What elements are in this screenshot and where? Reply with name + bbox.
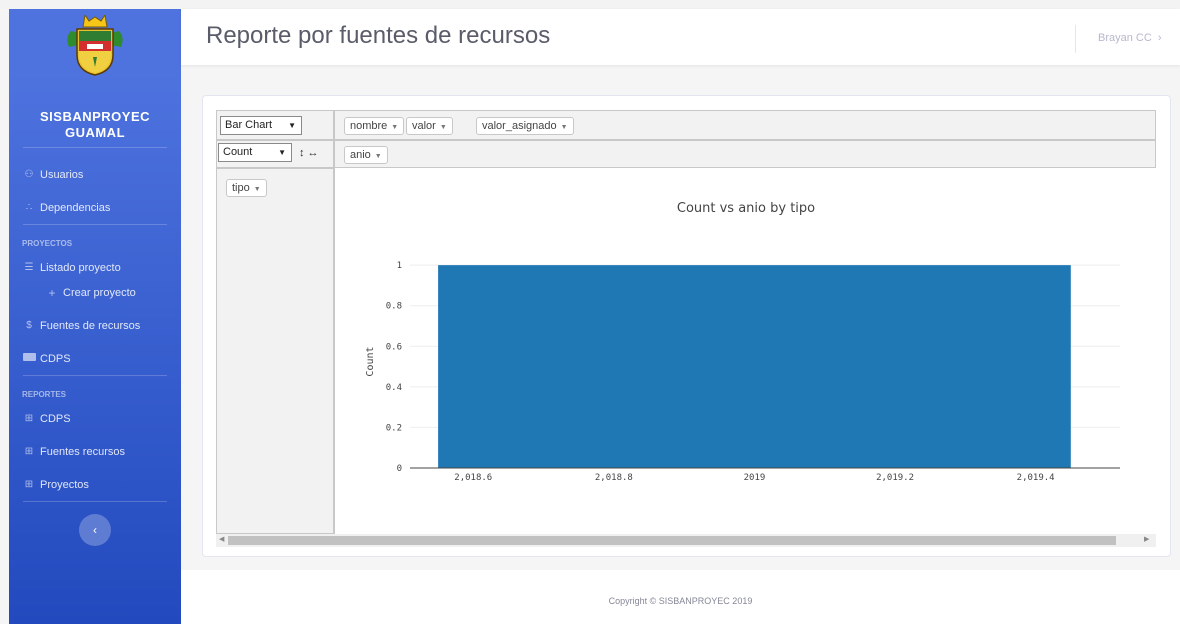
bar	[438, 265, 1071, 468]
user-menu[interactable]: Brayan CC ›	[1098, 32, 1162, 44]
table-icon: ⊞	[24, 413, 34, 424]
page-title: Reporte por fuentes de recursos	[206, 22, 551, 49]
dollar-icon: $	[26, 320, 32, 331]
user-name: Brayan CC	[1098, 32, 1152, 44]
sidebar-item-dependencias[interactable]: ∴ Dependencias	[9, 191, 181, 224]
topbar-divider	[1075, 25, 1076, 53]
topbar: Reporte por fuentes de recursos Brayan C…	[181, 9, 1180, 65]
renderer-value: Bar Chart	[225, 119, 273, 131]
sidebar-brand[interactable]: SISBANPROYEC GUAMAL	[9, 15, 181, 147]
horizontal-scrollbar[interactable]: ◀ ▶	[216, 534, 1156, 547]
brand-location: GUAMAL	[64, 125, 126, 140]
chevron-right-icon: ›	[1157, 32, 1162, 44]
y-tick-label: 0.4	[386, 383, 402, 393]
attr-label: anio	[350, 149, 371, 161]
dropdown-arrow-icon[interactable]: ▼	[440, 124, 447, 131]
chart-area: Count vs anio by tipo 0 0.2 0.4 0.6 0.8 1 2,018…	[334, 168, 1156, 534]
sidebar-item-label: CDPS	[40, 412, 71, 425]
sidebar-divider	[23, 501, 167, 502]
chart-title: Count vs anio by tipo	[677, 201, 815, 216]
attr-label: tipo	[232, 182, 250, 194]
sort-order-icons[interactable]: ↕ ↔	[299, 147, 319, 159]
users-icon: ⚇	[24, 169, 34, 180]
sitemap-icon: ∴	[25, 202, 33, 213]
aggregator-cell: Count ▼ ↕ ↔	[216, 140, 334, 168]
sidebar-item-fuentes-de-recursos[interactable]: $ Fuentes de recursos	[9, 309, 181, 342]
x-tick-label: 2019	[744, 473, 766, 483]
dropdown-arrow-icon: ▼	[278, 148, 286, 157]
scroll-right-icon[interactable]: ▶	[1144, 535, 1149, 543]
sidebar-item-label: Usuarios	[40, 168, 84, 181]
unused-attrs-cell: nombre ▼ valor ▼ valor_asignado ▼	[334, 110, 1156, 140]
x-tick-label: 2,019.2	[876, 473, 914, 483]
sidebar-item-label: CDPS	[40, 352, 71, 365]
sidebar-item-label: Fuentes de recursos	[40, 319, 141, 332]
attr-pill-valor-asignado[interactable]: valor_asignado ▼	[476, 117, 574, 135]
card-icon	[22, 353, 36, 364]
x-tick-label: 2,019.4	[1017, 473, 1055, 483]
x-tick-label: 2,018.6	[454, 473, 492, 483]
sidebar-heading-proyectos: PROYECTOS	[22, 239, 73, 248]
col-attrs-cell: anio ▼	[334, 140, 1156, 168]
y-axis-label: Count	[365, 346, 376, 376]
attr-label: valor_asignado	[482, 120, 557, 132]
sidebar-item-label: Proyectos	[40, 478, 89, 491]
sidebar-item-crear-proyecto[interactable]: + Crear proyecto	[9, 276, 181, 309]
sidebar-item-label: Dependencias	[40, 201, 111, 214]
sidebar-item-reporte-cdps[interactable]: ⊞ CDPS	[9, 402, 181, 435]
attr-pill-anio[interactable]: anio ▼	[344, 146, 388, 164]
list-icon: ☰	[24, 262, 34, 273]
plus-icon: +	[48, 285, 56, 300]
top-strip	[0, 0, 1180, 9]
pivot-table: Bar Chart ▼ nombre ▼ valor ▼ valor_asignad…	[216, 110, 1156, 547]
aggregator-value: Count	[223, 146, 253, 158]
coat-of-arms-logo	[67, 15, 123, 76]
y-tick-label: 0.2	[386, 423, 402, 433]
chevron-left-icon: ‹	[93, 523, 97, 537]
footer: Copyright © SISBANPROYEC 2019	[181, 570, 1180, 624]
scroll-left-icon[interactable]: ◀	[219, 535, 224, 543]
renderer-select[interactable]: Bar Chart ▼	[220, 116, 302, 135]
renderer-cell: Bar Chart ▼	[216, 110, 334, 140]
table-icon: ⊞	[24, 479, 34, 490]
brand-name: SISBANPROYEC	[39, 109, 151, 124]
bar-chart: Count vs anio by tipo 0 0.2 0.4 0.6 0.8 1 2,018…	[365, 201, 1120, 483]
sidebar-item-label: Crear proyecto	[63, 286, 136, 299]
y-tick-label: 0	[397, 464, 402, 474]
attr-label: nombre	[350, 120, 388, 132]
pivot-card: Bar Chart ▼ nombre ▼ valor ▼ valor_asignad…	[202, 95, 1171, 557]
dropdown-arrow-icon[interactable]: ▼	[254, 186, 261, 193]
x-tick-label: 2,018.8	[595, 473, 633, 483]
sidebar-toggle-button[interactable]: ‹	[79, 514, 111, 546]
row-attrs-cell: tipo ▼	[216, 168, 334, 534]
y-tick-label: 0.8	[386, 302, 402, 312]
copyright-text: Copyright © SISBANPROYEC 2019	[608, 596, 753, 606]
attr-pill-nombre[interactable]: nombre ▼	[344, 117, 405, 135]
table-icon: ⊞	[24, 446, 34, 457]
dropdown-arrow-icon[interactable]: ▼	[375, 153, 382, 160]
sidebar: SISBANPROYEC GUAMAL ⚇ Usuarios ∴ Depende…	[9, 9, 181, 624]
sidebar-item-reporte-fuentes-recursos[interactable]: ⊞ Fuentes recursos	[9, 435, 181, 468]
sidebar-item-usuarios[interactable]: ⚇ Usuarios	[9, 158, 181, 191]
sidebar-item-cdps[interactable]: CDPS	[9, 342, 181, 375]
sidebar-item-reporte-proyectos[interactable]: ⊞ Proyectos	[9, 468, 181, 501]
dropdown-arrow-icon: ▼	[288, 121, 296, 130]
dropdown-arrow-icon[interactable]: ▼	[391, 124, 398, 131]
scrollbar-thumb[interactable]	[228, 536, 1116, 545]
y-tick-label: 0.6	[386, 342, 402, 352]
attr-label: valor	[412, 120, 436, 132]
dropdown-arrow-icon[interactable]: ▼	[561, 124, 568, 131]
sidebar-item-label: Listado proyecto	[40, 261, 121, 274]
sidebar-item-label: Fuentes recursos	[40, 445, 125, 458]
attr-pill-tipo[interactable]: tipo ▼	[226, 179, 267, 197]
y-tick-label: 1	[397, 261, 402, 271]
sidebar-heading-reportes: REPORTES	[22, 390, 67, 399]
aggregator-select[interactable]: Count ▼	[218, 143, 292, 162]
attr-pill-valor[interactable]: valor ▼	[406, 117, 453, 135]
